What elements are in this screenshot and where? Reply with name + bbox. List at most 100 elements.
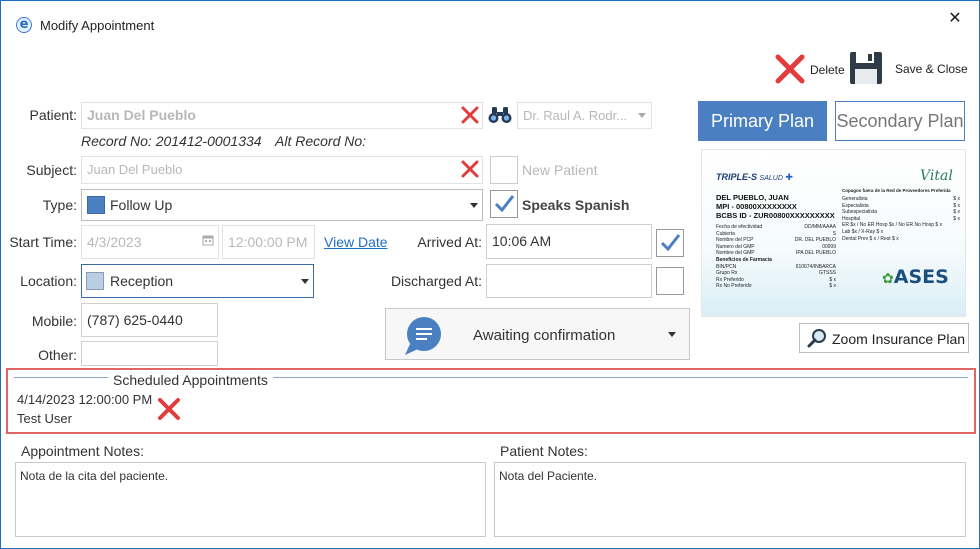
copay-title: Copagos fuera de la Red de Proveedores P… bbox=[842, 188, 951, 193]
new-patient-checkbox[interactable] bbox=[490, 156, 518, 184]
speaks-spanish-label: Speaks Spanish bbox=[522, 197, 630, 213]
vital-logo: Vital bbox=[920, 168, 953, 184]
insurance-brand-logo: TRIPLE-S SALUD ✚ bbox=[716, 172, 793, 182]
copay-row-value: $ x bbox=[953, 202, 960, 209]
view-date-link[interactable]: View Date bbox=[324, 234, 388, 250]
card-benefit-row: Nombre del PCP DR. DEL PUEBLO bbox=[716, 237, 836, 244]
clear-patient-icon[interactable] bbox=[461, 106, 479, 124]
title-bar: e Modify Appointment ✕ bbox=[1, 1, 979, 49]
copay-row-label: ER $x / No ER Hosp $x / No ER No Hosp $ … bbox=[842, 222, 943, 229]
delete-x-icon bbox=[775, 54, 805, 84]
delete-button[interactable]: Delete bbox=[774, 53, 845, 87]
card-benefit-row: Beneficios de Farmacia bbox=[716, 257, 836, 264]
zoom-insurance-plan-button[interactable]: Zoom Insurance Plan bbox=[799, 323, 969, 353]
floppy-disk-icon bbox=[850, 52, 882, 84]
copay-row-label: Dental Prev $ x / Rest $ x bbox=[842, 235, 899, 242]
modify-appointment-window: e Modify Appointment ✕ Delete Save & Clo… bbox=[0, 0, 980, 549]
subject-input[interactable]: Juan Del Pueblo bbox=[81, 156, 483, 184]
scheduled-appointment-item[interactable]: 4/14/2023 12:00:00 PM Test User bbox=[17, 392, 167, 432]
close-icon[interactable]: ✕ bbox=[945, 9, 965, 29]
location-value: Reception bbox=[110, 273, 174, 289]
card-benefit-row-label: Grupo Rx bbox=[716, 270, 738, 277]
save-close-button[interactable]: Save & Close bbox=[849, 51, 971, 87]
insured-info: DEL PUEBLO, JUAN MPI - 00800XXXXXXXX BCB… bbox=[716, 193, 835, 220]
clear-subject-icon[interactable] bbox=[461, 160, 479, 178]
copay-row-label: Hospital bbox=[842, 215, 861, 222]
arrived-at-input[interactable]: 10:06 AM bbox=[486, 224, 652, 259]
copay-list: Generalista $ x Especialista $ x Subespecial… bbox=[842, 196, 960, 242]
status-dropdown-icon bbox=[668, 332, 676, 337]
arrived-checkbox[interactable] bbox=[656, 229, 684, 257]
card-benefit-row-label: Nombre del GMP bbox=[716, 250, 755, 257]
copay-row: Especialista $ x bbox=[842, 203, 960, 210]
card-benefit-row-value: GTSSS bbox=[819, 270, 836, 277]
speaks-spanish-checkbox[interactable] bbox=[490, 190, 518, 218]
discharged-checkbox[interactable] bbox=[656, 267, 684, 295]
copay-row-label: Especialista bbox=[842, 202, 869, 209]
window-title: Modify Appointment bbox=[40, 18, 155, 33]
copay-row: Lab $x / X-Ray $ x bbox=[842, 229, 960, 236]
insured-name: DEL PUEBLO, JUAN bbox=[716, 193, 789, 202]
card-benefit-row-value: S bbox=[832, 230, 836, 237]
copay-row: Subespecialista $ x bbox=[842, 209, 960, 216]
card-benefit-row-label: Beneficios de Farmacia bbox=[716, 256, 772, 263]
insured-bcbs: BCBS ID - ZUR00800XXXXXXXXX bbox=[716, 211, 835, 220]
doctor-select[interactable]: Dr. Raul A. Rodr... bbox=[517, 102, 652, 129]
appointment-notes-textarea[interactable]: Nota de la cita del paciente. bbox=[15, 462, 486, 537]
arrived-check-icon bbox=[660, 234, 681, 252]
mobile-input[interactable]: (787) 625-0440 bbox=[81, 303, 218, 337]
card-benefit-row: Rx Preferido $ x bbox=[716, 277, 836, 284]
binoculars-icon[interactable] bbox=[487, 105, 513, 125]
alt-record-number: Alt Record No: bbox=[275, 133, 367, 149]
card-benefit-row-value: DD/MM/AAAA bbox=[804, 224, 836, 230]
arrived-at-label: Arrived At: bbox=[417, 234, 482, 250]
calendar-icon[interactable] bbox=[202, 234, 214, 246]
patient-notes-label: Patient Notes: bbox=[500, 443, 588, 459]
copay-row-value: $ x bbox=[953, 215, 960, 222]
patient-input[interactable]: Juan Del Pueblo bbox=[81, 102, 483, 129]
copay-row-label: Lab $x / X-Ray $ x bbox=[842, 228, 884, 235]
card-benefit-row-value: IPA DEL PUEBLO bbox=[795, 250, 836, 257]
location-select[interactable]: Reception bbox=[81, 264, 314, 298]
app-logo-icon: e bbox=[16, 17, 32, 33]
status-select[interactable]: Awaiting confirmation bbox=[385, 308, 690, 360]
copay-row-label: Generalista bbox=[842, 196, 868, 202]
card-benefit-row: BIN/PCN 610674/INBARCA bbox=[716, 264, 836, 271]
card-benefit-row-value: DR. DEL PUEBLO bbox=[794, 237, 836, 244]
card-benefit-row: Numero del GMP 00999 bbox=[716, 244, 836, 251]
start-time-input[interactable]: 12:00:00 PM bbox=[222, 225, 315, 259]
patient-label: Patient: bbox=[29, 107, 77, 123]
card-benefit-row-value: $ x bbox=[829, 283, 836, 290]
card-benefit-row-label: Rx Preferido bbox=[716, 276, 744, 283]
card-benefit-row-label: Fecha de efectividad bbox=[716, 224, 763, 230]
discharged-at-input[interactable] bbox=[486, 264, 652, 298]
card-benefit-row: Fecha de efectividad DD/MM/AAAA bbox=[716, 224, 836, 231]
patient-notes-textarea[interactable]: Nota del Paciente. bbox=[494, 462, 966, 537]
card-benefit-row-value: $ x bbox=[829, 276, 836, 283]
card-benefit-row: Cubierta S bbox=[716, 231, 836, 238]
scheduled-appointment-user: Test User bbox=[17, 411, 72, 426]
scheduled-appointments-section: Scheduled Appointments 4/14/2023 12:00:0… bbox=[6, 368, 976, 434]
other-input[interactable] bbox=[81, 341, 218, 366]
zoom-insurance-plan-label: Zoom Insurance Plan bbox=[832, 331, 966, 347]
type-dropdown-icon bbox=[470, 203, 478, 208]
remove-appointment-icon[interactable] bbox=[156, 396, 182, 422]
card-benefit-row-label: Rx No Preferido bbox=[716, 283, 752, 290]
type-select[interactable]: Follow Up bbox=[81, 189, 483, 221]
card-benefit-row-label: Numero del GMP bbox=[716, 243, 755, 250]
card-benefit-row-label: BIN/PCN bbox=[716, 263, 737, 270]
type-label: Type: bbox=[42, 197, 77, 213]
speaks-spanish-check-icon bbox=[494, 195, 515, 213]
insured-mpi: MPI - 00800XXXXXXXX bbox=[716, 202, 797, 211]
start-date-input[interactable]: 4/3/2023 bbox=[81, 225, 219, 259]
doctor-dropdown-icon bbox=[638, 113, 646, 118]
card-benefit-row: Nombre del GMP IPA DEL PUEBLO bbox=[716, 250, 836, 257]
copay-row-value: $ x bbox=[953, 196, 960, 202]
card-benefit-row-label: Nombre del PCP bbox=[716, 237, 754, 244]
copay-row: Generalista $ x bbox=[842, 196, 960, 203]
other-label: Other: bbox=[38, 347, 77, 363]
card-benefit-list: Fecha de efectividad DD/MM/AAAA Cubierta S N… bbox=[716, 224, 836, 290]
secondary-plan-button[interactable]: Secondary Plan bbox=[835, 101, 965, 141]
primary-plan-button[interactable]: Primary Plan bbox=[698, 101, 827, 141]
subject-label: Subject: bbox=[26, 162, 77, 178]
